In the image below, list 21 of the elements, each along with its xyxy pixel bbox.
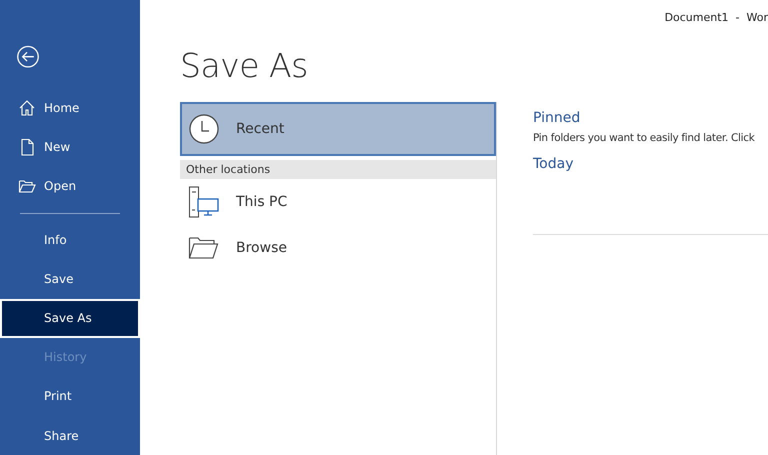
section-title: Today (533, 156, 574, 172)
computer-icon (188, 186, 220, 218)
home-icon (18, 98, 36, 117)
location-item[interactable]: This PC (180, 179, 496, 225)
section-header: Other locations (180, 160, 496, 179)
nav-item[interactable]: Save As (0, 298, 140, 338)
back-icon (16, 45, 40, 68)
nav-item[interactable]: Home (0, 88, 140, 128)
window-title: Document1 - Wor (664, 11, 768, 24)
nav-item[interactable]: Print (0, 376, 140, 416)
section-text: Pin folders you want to easily find later. Click (533, 132, 756, 144)
nav-item[interactable]: Save (0, 260, 140, 299)
page-heading: Save As (180, 46, 309, 87)
nav-item[interactable]: New (0, 127, 140, 167)
clock-icon (188, 113, 220, 145)
nav-item[interactable]: Info (0, 220, 140, 260)
location-item[interactable]: Browse (180, 225, 496, 271)
nav-item[interactable]: Share (0, 416, 140, 455)
section-title: Pinned (533, 110, 582, 126)
location-item[interactable]: Recent (180, 102, 496, 156)
nav-item[interactable]: Open (0, 166, 140, 206)
